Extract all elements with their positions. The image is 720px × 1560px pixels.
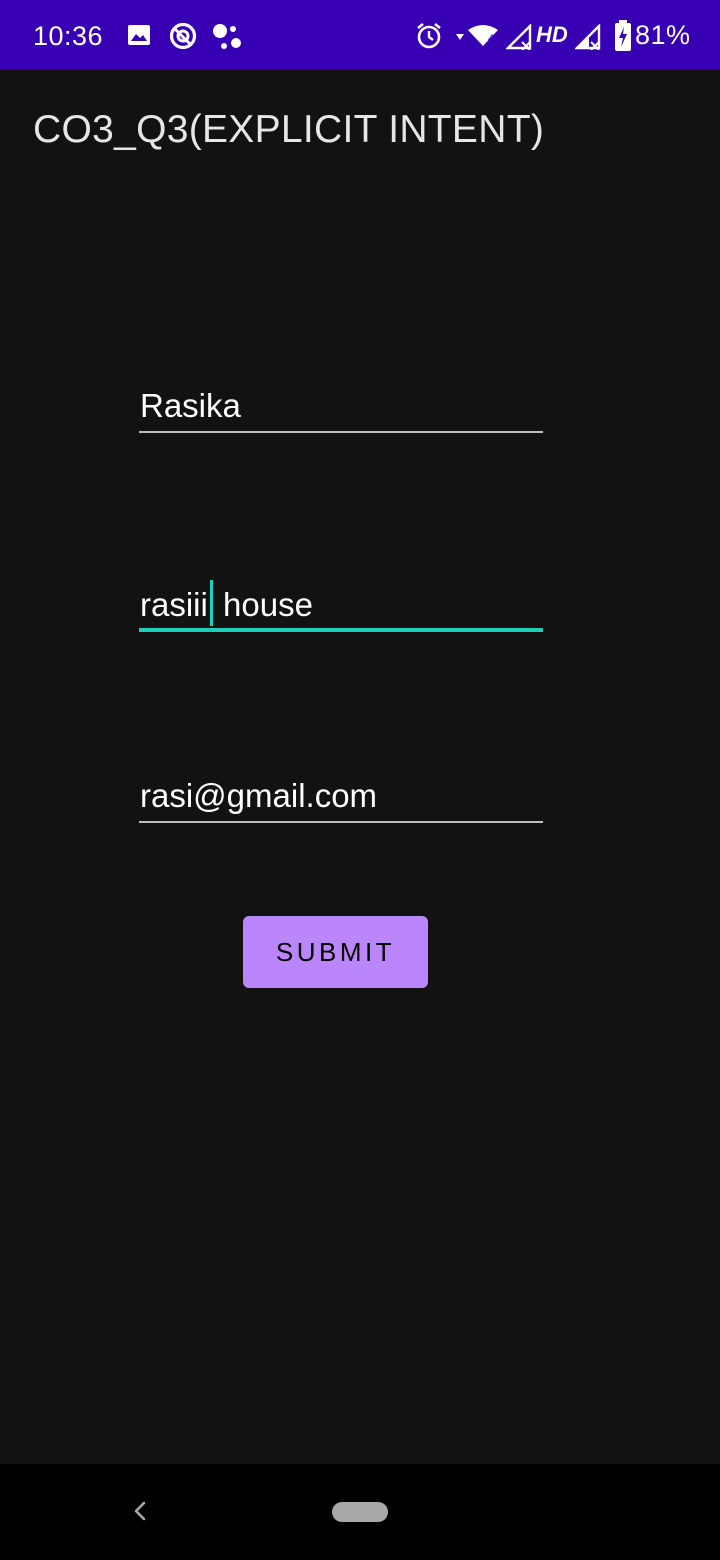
- page-title: CO3_Q3(EXPLICIT INTENT): [33, 108, 545, 151]
- status-time: 10:36: [33, 21, 104, 51]
- hd-label: HD: [536, 22, 568, 47]
- email-field[interactable]: [139, 766, 544, 830]
- name-input[interactable]: [139, 376, 544, 436]
- address-text-after-caret: house: [213, 586, 313, 623]
- email-field-underline: [139, 821, 543, 823]
- address-field-text[interactable]: rasiii house: [140, 580, 313, 627]
- app-screen: 10:36 4 HD 81% CO3_Q3(EXPLICIT INTENT) R…: [0, 0, 720, 1560]
- address-field[interactable]: rasiii house: [139, 574, 543, 638]
- address-field-underline: [139, 628, 543, 632]
- wifi-icon: 4: [456, 25, 498, 46]
- text-caret: [209, 580, 213, 626]
- back-icon[interactable]: [126, 1496, 154, 1526]
- navigation-bar: [0, 1464, 720, 1560]
- signal-icon: [506, 24, 532, 50]
- status-bar: 10:36 4 HD 81%: [0, 0, 720, 70]
- address-text-before-caret: rasiii: [140, 586, 208, 623]
- alarm-icon: [417, 22, 441, 49]
- assistant-dots-icon: [213, 24, 241, 49]
- email-input[interactable]: [139, 766, 544, 826]
- svg-text:4: 4: [488, 33, 494, 45]
- name-field-underline: [139, 431, 543, 433]
- home-pill-icon[interactable]: [332, 1502, 388, 1522]
- battery-charging-icon: [615, 20, 631, 51]
- signal-icon-2: [575, 24, 601, 50]
- image-icon: [128, 25, 150, 45]
- battery-percent: 81%: [635, 20, 691, 50]
- name-field[interactable]: [139, 376, 544, 440]
- data-saver-icon: [169, 22, 197, 50]
- submit-button[interactable]: SUBMIT: [243, 916, 428, 988]
